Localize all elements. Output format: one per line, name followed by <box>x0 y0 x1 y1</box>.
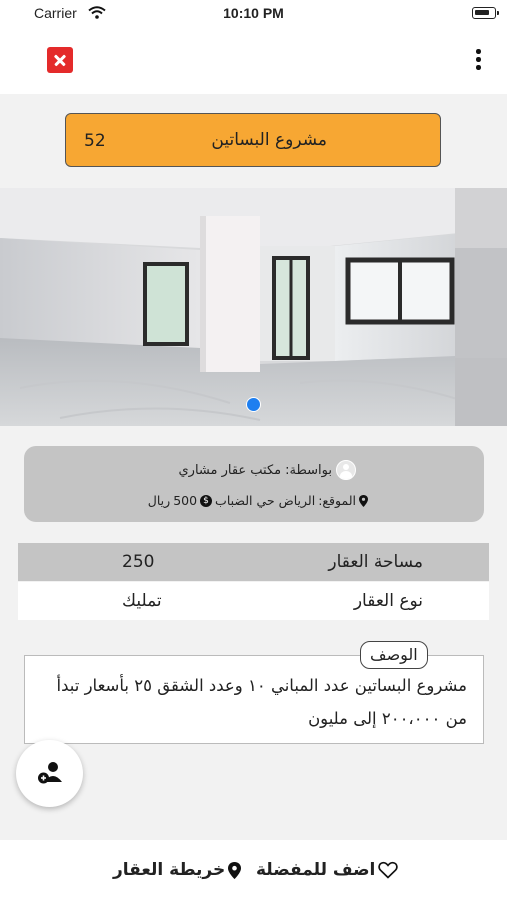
carousel-dot-active[interactable] <box>246 397 261 412</box>
price-currency: ريال <box>147 493 171 508</box>
agent-by-label: بواسطة: <box>285 462 332 478</box>
coin-icon: $ <box>200 494 213 507</box>
project-header: مشروع البساتين 52 <box>65 113 441 167</box>
location-pin-icon <box>359 494 368 507</box>
project-id: 52 <box>84 131 106 151</box>
location-row: الموقع: الرياض حي الضباب $ 500 ريال <box>148 493 368 508</box>
add-contact-icon <box>38 762 62 784</box>
bottom-bar <box>0 840 507 900</box>
location-label: الموقع: <box>318 493 356 508</box>
more-vertical-icon[interactable] <box>470 47 486 73</box>
user-icon <box>336 460 356 480</box>
heart-icon <box>378 861 399 879</box>
description-text: مشروع البساتين عدد المباني ١٠ وعدد الشقق… <box>56 676 467 728</box>
description-label: الوصف <box>360 641 428 669</box>
project-name: مشروع البساتين <box>211 130 327 150</box>
battery-tip <box>497 11 499 15</box>
agent-card <box>24 446 484 522</box>
detail-value: تمليك <box>122 591 162 611</box>
property-map-label: خريطة العقار <box>113 860 226 880</box>
detail-label: مساحة العقار <box>328 552 423 572</box>
property-map-button[interactable]: خريطة العقار <box>113 860 242 880</box>
battery-icon <box>472 7 496 19</box>
agent-name: مكتب عقار مشاري <box>178 462 282 478</box>
detail-label: نوع العقار <box>353 591 423 611</box>
add-favorite-label: اضف للمفضلة <box>256 860 376 880</box>
agent-row: بواسطة: مكتب عقار مشاري <box>178 460 356 480</box>
location-value: الرياض حي الضباب <box>215 493 316 508</box>
add-favorite-button[interactable]: اضف للمفضلة <box>256 860 399 880</box>
detail-row-type: نوع العقار تمليك <box>18 582 489 620</box>
detail-value: 250 <box>122 552 155 572</box>
detail-row-area: مساحة العقار 250 <box>18 543 489 581</box>
close-icon[interactable] <box>47 47 73 73</box>
price-value: 500 <box>173 493 198 508</box>
status-time: 10:10 PM <box>223 5 284 21</box>
property-photo[interactable] <box>0 188 507 426</box>
top-bar <box>0 26 507 94</box>
location-pin-icon <box>228 861 242 879</box>
add-contact-button[interactable] <box>16 740 83 807</box>
room-image <box>0 188 507 426</box>
